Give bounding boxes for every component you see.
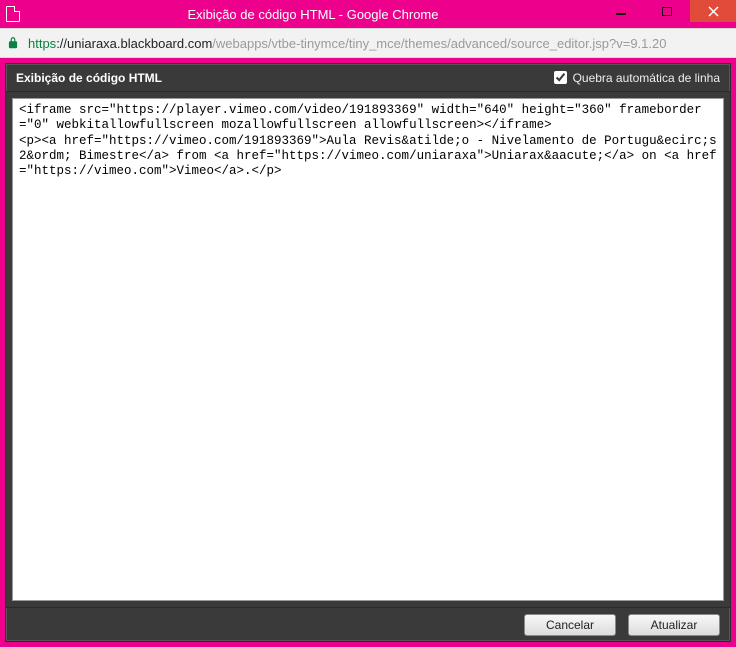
url-path: /webapps/vtbe-tinymce/tiny_mce/themes/ad…: [212, 36, 666, 51]
window-titlebar[interactable]: Exibição de código HTML - Google Chrome: [0, 0, 736, 28]
page-icon: [6, 6, 20, 22]
editor-title: Exibição de código HTML: [16, 71, 162, 85]
editor-header: Exibição de código HTML Quebra automátic…: [6, 64, 730, 92]
close-icon: [708, 6, 719, 17]
html-source-textarea[interactable]: [12, 98, 724, 601]
url-scheme: https: [28, 36, 56, 51]
editor-body: [6, 92, 730, 607]
cancel-button[interactable]: Cancelar: [524, 614, 616, 636]
maximize-button[interactable]: [644, 0, 690, 22]
content-stage: Exibição de código HTML Quebra automátic…: [0, 58, 736, 647]
url-prefix: ://: [56, 36, 67, 51]
chrome-popup-window: Exibição de código HTML - Google Chrome …: [0, 0, 736, 647]
window-controls: [598, 0, 736, 22]
window-title: Exibição de código HTML - Google Chrome: [28, 7, 598, 22]
address-bar[interactable]: https://uniaraxa.blackboard.com/webapps/…: [0, 28, 736, 58]
editor-footer: Cancelar Atualizar: [6, 607, 730, 641]
update-button[interactable]: Atualizar: [628, 614, 720, 636]
word-wrap-checkbox[interactable]: [554, 71, 567, 84]
minimize-button[interactable]: [598, 0, 644, 22]
url-host: uniaraxa.blackboard.com: [67, 36, 212, 51]
source-editor-panel: Exibição de código HTML Quebra automátic…: [5, 63, 731, 642]
word-wrap-label: Quebra automática de linha: [573, 71, 720, 85]
close-button[interactable]: [690, 0, 736, 22]
word-wrap-toggle[interactable]: Quebra automática de linha: [554, 71, 720, 85]
lock-icon: [6, 36, 20, 50]
